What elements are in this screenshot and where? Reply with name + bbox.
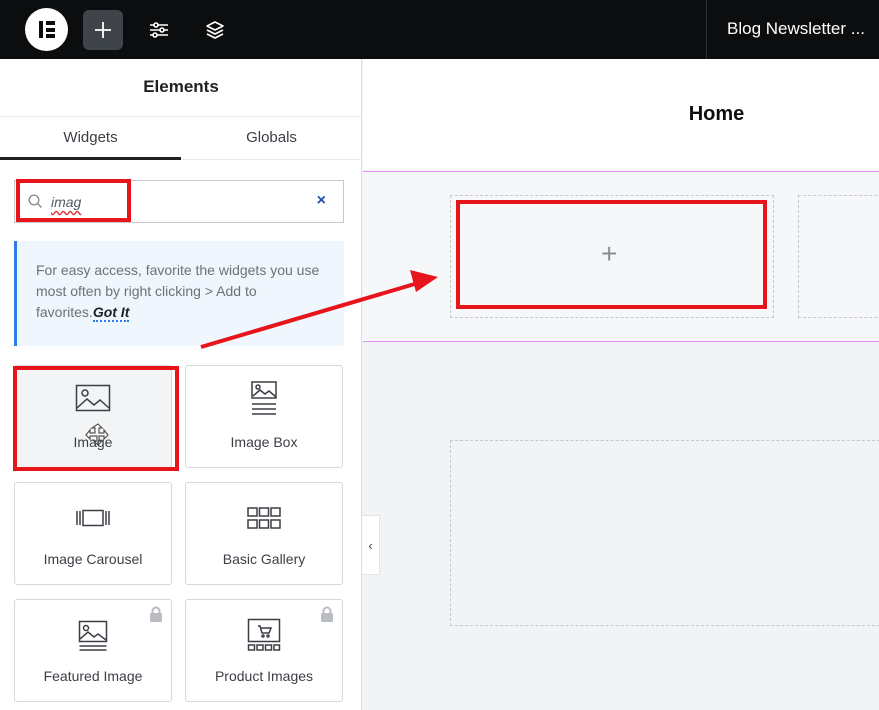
drag-arrow-icon xyxy=(200,270,438,349)
